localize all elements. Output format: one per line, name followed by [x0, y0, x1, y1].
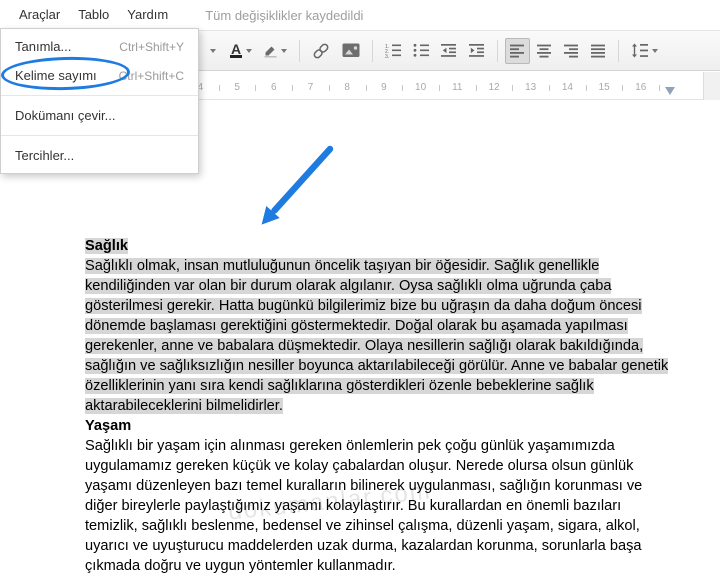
menu-item-label: Tanımla... — [15, 39, 72, 54]
ruler-number: 10 — [415, 82, 427, 93]
menu-item-shortcut: Ctrl+Shift+Y — [119, 39, 184, 54]
ruler-tick — [402, 85, 404, 91]
decrease-indent-icon — [441, 44, 457, 57]
chevron-down-icon — [652, 48, 659, 53]
menu-item-tercihler[interactable]: Tercihler... — [1, 141, 198, 170]
svg-text:3.: 3. — [385, 54, 389, 58]
align-left-button[interactable] — [505, 37, 531, 64]
text-color-button[interactable]: A — [225, 38, 257, 64]
paragraph-text: Sağlıklı bir yaşam için alınması gereken… — [85, 438, 643, 574]
bulleted-list-button[interactable] — [408, 38, 434, 64]
link-icon — [313, 43, 329, 58]
ruler-tick — [255, 85, 257, 91]
ruler-tick — [622, 85, 624, 91]
ruler-number: 11 — [452, 82, 463, 93]
ruler-number: 6 — [271, 82, 277, 93]
menu-item-label: Dokümanı çevir... — [15, 108, 116, 123]
decrease-indent-button[interactable] — [436, 38, 462, 64]
toolbar-separator — [372, 39, 374, 62]
toolbar-separator — [299, 39, 301, 62]
numbered-list-button[interactable]: 1. 2. 3. — [380, 38, 406, 64]
menu-araclar[interactable]: Araçlar — [10, 0, 69, 30]
ruler-number: 5 — [234, 82, 240, 93]
image-icon — [342, 43, 360, 57]
selected-text: Sağlık — [85, 238, 128, 254]
ruler-tick — [475, 85, 477, 91]
menu-separator — [1, 135, 198, 136]
ruler-number: 8 — [344, 82, 350, 93]
menu-item-label: Tercihler... — [15, 148, 75, 163]
highlight-color-button[interactable] — [259, 38, 292, 64]
ruler-tick — [328, 85, 330, 91]
chevron-down-icon — [281, 48, 288, 53]
ruler-tick — [365, 85, 367, 91]
numbered-list-icon: 1. 2. 3. — [385, 44, 402, 58]
menu-item-dokumani-cevir[interactable]: Dokümanı çevir... — [1, 101, 198, 130]
ruler-tick — [659, 85, 661, 91]
doc-paragraph-1: Sağlıklı olmak, insan mutluluğunun öncel… — [85, 256, 673, 416]
ruler-tick — [585, 85, 587, 91]
increase-indent-button[interactable] — [464, 38, 490, 64]
align-right-icon — [564, 44, 579, 57]
selected-text: Sağlıklı olmak, insan mutluluğunun öncel… — [85, 258, 669, 414]
ruler-tick — [512, 85, 514, 91]
insert-link-button[interactable] — [307, 38, 335, 64]
ruler-number: 16 — [635, 82, 647, 93]
chevron-down-icon — [210, 48, 216, 53]
menu-tablo[interactable]: Tablo — [69, 0, 118, 30]
font-size-dropdown-partial[interactable] — [199, 38, 223, 64]
ruler-number: 14 — [561, 82, 573, 93]
menu-separator — [1, 95, 198, 96]
ruler-corner — [703, 72, 720, 100]
highlight-pen-icon — [264, 46, 277, 57]
line-spacing-icon — [632, 43, 649, 58]
align-center-button[interactable] — [532, 38, 557, 64]
toolbar-separator — [618, 39, 620, 62]
line-spacing-button[interactable] — [626, 38, 663, 64]
align-right-button[interactable] — [559, 38, 584, 64]
align-left-icon — [510, 44, 525, 57]
increase-indent-icon — [469, 44, 485, 57]
right-indent-marker[interactable] — [665, 87, 675, 95]
tools-menu: Tanımla... Ctrl+Shift+Y Kelime sayımı Ct… — [0, 28, 199, 174]
align-center-icon — [537, 44, 552, 57]
justify-button[interactable] — [586, 38, 611, 64]
ruler-tick — [292, 85, 294, 91]
ruler-number: 13 — [525, 82, 537, 93]
ruler-number: 9 — [381, 82, 387, 93]
doc-heading-saglik: Sağlık — [85, 236, 673, 256]
ruler-number: 7 — [307, 82, 314, 93]
doc-heading-yasam: Yaşam — [85, 416, 673, 436]
insert-image-button[interactable] — [337, 38, 365, 64]
menu-yardim[interactable]: Yardım — [118, 0, 177, 30]
bulleted-list-icon — [413, 43, 430, 57]
ruler-tick — [438, 85, 440, 91]
ruler-number: 15 — [598, 82, 610, 93]
ruler-tick — [218, 85, 220, 91]
doc-paragraph-2: Sağlıklı bir yaşam için alınması gereken… — [85, 436, 673, 576]
ruler-number: 12 — [488, 82, 500, 93]
heading-text: Yaşam — [85, 418, 132, 434]
arrow-annotation — [261, 145, 334, 225]
chevron-down-icon — [246, 48, 253, 53]
toolbar-separator — [497, 39, 499, 62]
justify-icon — [591, 44, 606, 57]
menubar: Araçlar Tablo Yardım Tüm değişiklikler k… — [0, 0, 720, 30]
ruler-tick — [549, 85, 551, 91]
save-status: Tüm değişiklikler kaydedildi — [205, 7, 364, 23]
document-text[interactable]: Sağlık Sağlıklı olmak, insan mutluluğunu… — [85, 236, 673, 576]
text-color-icon: A — [230, 41, 243, 58]
menu-item-tanimla[interactable]: Tanımla... Ctrl+Shift+Y — [1, 32, 198, 61]
